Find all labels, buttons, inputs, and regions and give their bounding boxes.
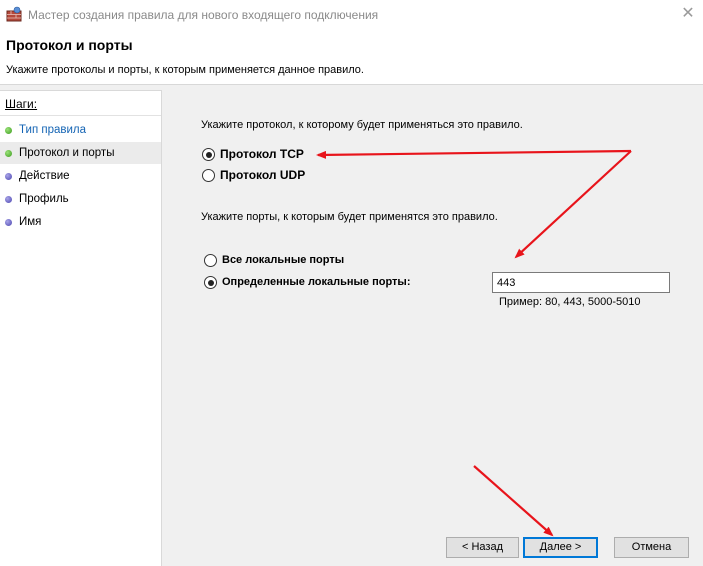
sidebar-item-label: Протокол и порты	[19, 147, 115, 159]
ports-input[interactable]	[492, 272, 670, 293]
sidebar-item-label: Действие	[19, 170, 70, 182]
radio-button[interactable]	[202, 148, 215, 161]
steps-heading-label: Шаги:	[5, 97, 38, 111]
sidebar-item-label: Имя	[19, 216, 42, 228]
firewall-app-icon	[6, 6, 22, 22]
radio-button[interactable]	[204, 276, 217, 289]
cancel-button[interactable]: Отмена	[614, 537, 689, 558]
sidebar-item-rule-type[interactable]: Тип правила	[0, 119, 161, 141]
title-bar: Мастер создания правила для нового входя…	[0, 0, 703, 30]
radio-button[interactable]	[202, 169, 215, 182]
wizard-header: Протокол и порты Укажите протоколы и пор…	[0, 30, 703, 85]
close-button[interactable]: ✕	[673, 0, 703, 30]
ports-example-hint: Пример: 80, 443, 5000-5010	[499, 296, 641, 308]
sidebar-item-label: Тип правила	[19, 124, 87, 136]
radio-label: Протокол TCP	[220, 147, 304, 161]
sidebar-item-protocol-ports[interactable]: Протокол и порты	[0, 142, 161, 164]
sidebar-item-action: Действие	[0, 165, 161, 187]
step-pending-icon	[5, 173, 12, 180]
step-pending-icon	[5, 196, 12, 203]
radio-label: Определенные локальные порты:	[222, 276, 411, 288]
sidebar-item-profile: Профиль	[0, 188, 161, 210]
step-complete-icon	[5, 127, 12, 134]
step-pending-icon	[5, 219, 12, 226]
step-complete-icon	[5, 150, 12, 157]
protocol-prompt: Укажите протокол, к которому будет приме…	[201, 119, 523, 131]
ports-prompt: Укажите порты, к которым будет применятс…	[201, 211, 498, 223]
back-button[interactable]: < Назад	[446, 537, 519, 558]
page-title: Протокол и порты	[6, 37, 133, 53]
steps-heading: Шаги:	[0, 91, 161, 116]
sidebar-item-name: Имя	[0, 211, 161, 233]
sidebar-item-label: Профиль	[19, 193, 69, 205]
close-icon: ✕	[681, 5, 695, 22]
radio-label: Протокол UDP	[220, 168, 306, 182]
page-subtitle: Укажите протоколы и порты, к которым при…	[6, 64, 364, 76]
radio-button[interactable]	[204, 254, 217, 267]
radio-label: Все локальные порты	[222, 254, 345, 266]
next-button[interactable]: Далее >	[523, 537, 598, 558]
wizard-content: Укажите протокол, к которому будет приме…	[163, 90, 703, 566]
steps-sidebar: Шаги: Тип правила Протокол и порты Дейст…	[0, 90, 162, 566]
window-title: Мастер создания правила для нового входя…	[28, 8, 379, 22]
